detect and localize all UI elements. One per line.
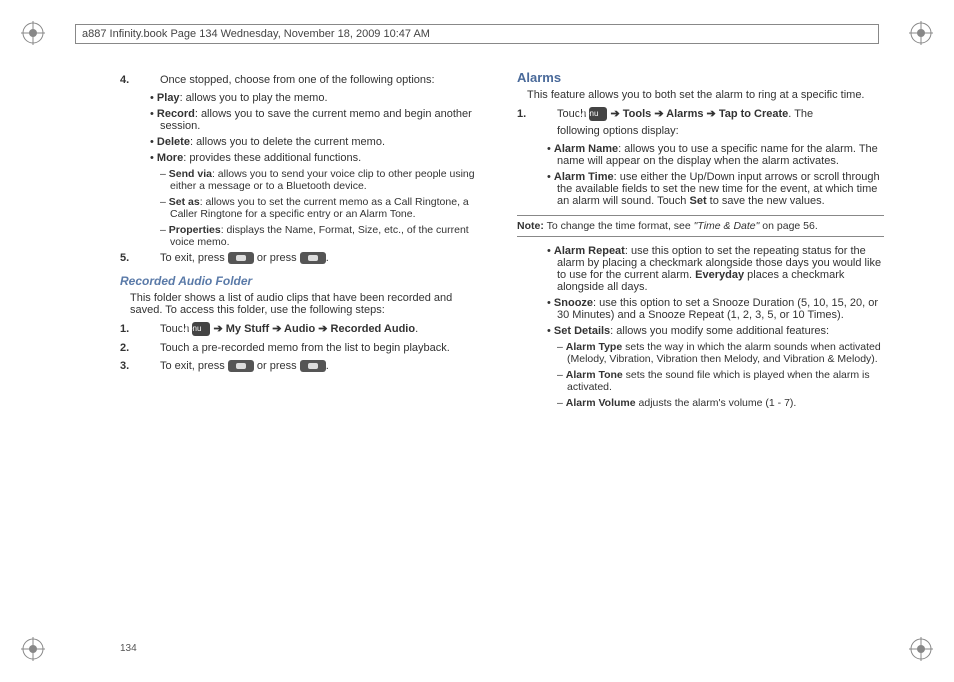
text-a: To exit, press — [160, 252, 228, 264]
note-text2: on page 56. — [759, 220, 817, 232]
label: Play — [157, 92, 180, 104]
menu-key-icon: Menu — [192, 322, 210, 336]
text-b: or press — [254, 252, 300, 264]
step-number: 4. — [140, 74, 160, 86]
text-c: . — [326, 252, 329, 264]
end-key-icon — [300, 360, 326, 372]
desc: : use this option to set a Snooze Durati… — [557, 297, 878, 321]
bullet-delete: • Delete: allows you to delete the curre… — [150, 136, 487, 148]
note: Note: To change the time format, see "Ti… — [517, 215, 884, 237]
desc: : allows you to send your voice clip to … — [170, 168, 475, 192]
home-key-icon — [228, 252, 254, 264]
bullet-play: • Play: allows you to play the memo. — [150, 92, 487, 104]
text-b: or press — [254, 360, 300, 372]
desc: : allows you modify some additional feat… — [610, 325, 829, 337]
rec-step-1: 1.Touch Menu ➔ My Stuff ➔ Audio ➔ Record… — [140, 322, 487, 336]
rec-step-3: 3.To exit, press or press . — [140, 360, 487, 372]
label: Set Details — [554, 325, 610, 337]
text-c: . — [326, 360, 329, 372]
home-key-icon — [228, 360, 254, 372]
set-label: Set — [689, 195, 706, 207]
dash-sendvia: – Send via: allows you to send your voic… — [160, 168, 487, 192]
dash-properties: – Properties: displays the Name, Format,… — [160, 224, 487, 248]
ornament-icon — [906, 18, 936, 48]
bullet-alarm-repeat: • Alarm Repeat: use this option to set t… — [547, 245, 884, 293]
section-intro: This folder shows a list of audio clips … — [130, 292, 487, 316]
alarm-step-1-cont: following options display: — [537, 125, 884, 137]
label: Snooze — [554, 297, 593, 309]
desc: : allows you to save the current memo an… — [160, 108, 472, 132]
label: Delete — [157, 136, 190, 148]
step-number: 2. — [140, 342, 160, 354]
dash-alarm-type: – Alarm Type sets the way in which the a… — [557, 341, 884, 365]
label: Alarm Type — [566, 341, 622, 353]
left-column: 4.Once stopped, choose from one of the f… — [120, 70, 487, 642]
text-a: To exit, press — [160, 360, 228, 372]
bullet-alarm-name: • Alarm Name: allows you to use a specif… — [547, 143, 884, 167]
ornament-icon — [18, 634, 48, 664]
desc: : provides these additional functions. — [183, 152, 361, 164]
label: Alarm Volume — [566, 397, 636, 409]
note-text: To change the time format, see — [544, 220, 694, 232]
label: More — [157, 152, 183, 164]
step-text: Once stopped, choose from one of the fol… — [160, 74, 435, 86]
desc: : allows you to set the current memo as … — [170, 196, 469, 220]
right-column: Alarms This feature allows you to both s… — [517, 70, 884, 642]
ornament-icon — [906, 634, 936, 664]
step-4: 4.Once stopped, choose from one of the f… — [140, 74, 487, 86]
bullet-snooze: • Snooze: use this option to set a Snooz… — [547, 297, 884, 321]
bullet-record: • Record: allows you to save the current… — [150, 108, 487, 132]
text-d: following options display: — [557, 125, 679, 137]
menu-key-icon: Menu — [589, 107, 607, 121]
desc: : allows you to play the memo. — [180, 92, 328, 104]
desc2: to save the new values. — [707, 195, 825, 207]
everyday-label: Everyday — [695, 269, 744, 281]
desc: adjusts the alarm's volume (1 - 7). — [636, 397, 797, 409]
bullet-more: • More: provides these additional functi… — [150, 152, 487, 164]
note-label: Note: — [517, 220, 544, 232]
label: Alarm Name — [554, 143, 618, 155]
end-key-icon — [300, 252, 326, 264]
label: Record — [157, 108, 195, 120]
step-text: Touch a pre-recorded memo from the list … — [160, 342, 450, 354]
rec-step-2: 2.Touch a pre-recorded memo from the lis… — [140, 342, 487, 354]
alarms-intro: This feature allows you to both set the … — [527, 89, 884, 101]
step-number: 1. — [537, 108, 557, 120]
ornament-icon — [18, 18, 48, 48]
label: Alarm Time — [554, 171, 614, 183]
label: Alarm Repeat — [554, 245, 625, 257]
path: ➔ My Stuff ➔ Audio ➔ Recorded Audio — [210, 323, 415, 335]
step-number: 1. — [140, 323, 160, 335]
path: ➔ Tools ➔ Alarms ➔ Tap to Create — [607, 108, 788, 120]
step-number: 3. — [140, 360, 160, 372]
alarm-step-1: 1.Touch Menu ➔ Tools ➔ Alarms ➔ Tap to C… — [537, 107, 884, 121]
note-ref: "Time & Date" — [694, 220, 760, 232]
bullet-set-details: • Set Details: allows you modify some ad… — [547, 325, 884, 337]
step-number: 5. — [140, 252, 160, 264]
text-c: . — [415, 323, 418, 335]
bullet-alarm-time: • Alarm Time: use either the Up/Down inp… — [547, 171, 884, 207]
label: Send via — [169, 168, 212, 180]
header-bar: a887 Infinity.book Page 134 Wednesday, N… — [75, 24, 879, 44]
desc: : allows you to delete the current memo. — [190, 136, 385, 148]
dash-setas: – Set as: allows you to set the current … — [160, 196, 487, 220]
alarms-heading: Alarms — [517, 70, 884, 85]
label: Properties — [169, 224, 221, 236]
section-heading: Recorded Audio Folder — [120, 274, 487, 288]
step-5: 5.To exit, press or press . — [140, 252, 487, 264]
dash-alarm-tone: – Alarm Tone sets the sound file which i… — [557, 369, 884, 393]
label: Alarm Tone — [566, 369, 623, 381]
label: Set as — [169, 196, 200, 208]
text-c: . The — [788, 108, 813, 120]
dash-alarm-volume: – Alarm Volume adjusts the alarm's volum… — [557, 397, 884, 409]
page-content: 4.Once stopped, choose from one of the f… — [120, 70, 884, 642]
page-number: 134 — [120, 643, 137, 654]
